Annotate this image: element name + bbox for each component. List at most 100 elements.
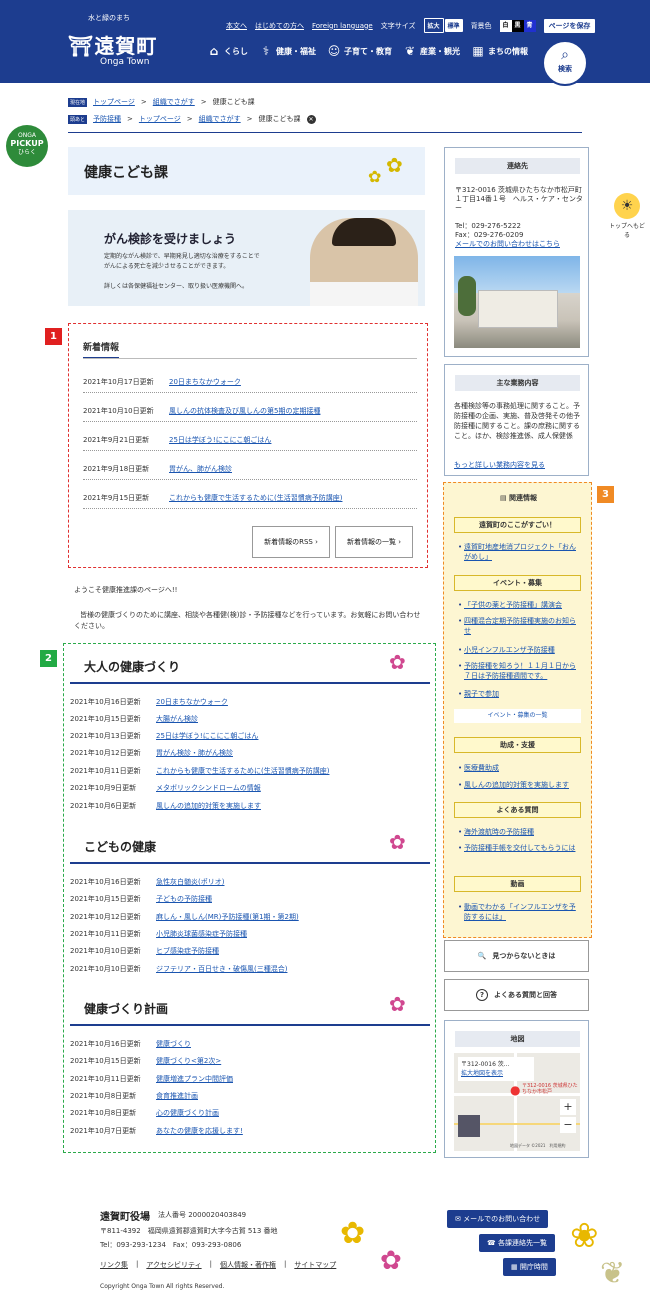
footer-link[interactable]: 個人情報・著作権 [220, 1260, 276, 1270]
news-date: 2021年10月10日更新 [83, 406, 154, 415]
item-link[interactable]: 食育推進計画 [156, 1091, 198, 1101]
item-link[interactable]: ヒブ感染症予防接種 [156, 946, 219, 956]
item-link[interactable]: 急性灰白髄炎(ポリオ) [156, 877, 224, 887]
history-breadcrumb: 頭あと 予防接種 > トップページ > 組織でさがす > 健康こども課 ✕ [68, 114, 316, 124]
item-link[interactable]: 風しんの追加的対策を実施します [156, 801, 261, 811]
font-normal-button[interactable]: 標準 [444, 19, 463, 32]
news-link[interactable]: 25日は学ぼう!にこにこ朝ごはん [169, 435, 271, 445]
events-list-button[interactable]: イベント・募集の一覧 [454, 709, 581, 723]
banner-text: がんによる死亡を減少させることができます。 [104, 263, 230, 270]
news-link[interactable]: 20日まちなかウォーク [169, 377, 241, 387]
close-icon[interactable]: ✕ [306, 114, 316, 124]
nav-living[interactable]: ⌂ くらし [207, 44, 248, 58]
bg-white-button[interactable]: 白 [499, 19, 512, 32]
pickup-main: PICKUP [10, 139, 44, 148]
item-link[interactable]: メタボリックシンドロームの情報 [156, 783, 261, 793]
flower-icon: ✿ [389, 830, 406, 854]
related-link[interactable]: 海外渡航時の予防接種 [458, 827, 578, 837]
item-link[interactable]: 胃がん検診・肺がん検診 [156, 748, 233, 758]
related-link[interactable]: 予防接種手帳を交付してもらうには [458, 843, 578, 853]
bg-black-button[interactable]: 黒 [511, 19, 524, 32]
nav-industry[interactable]: ❦ 産業・観光 [403, 44, 460, 58]
footer-mail-button[interactable]: ✉ メールでのお問い合わせ [447, 1210, 549, 1228]
breadcrumb-separator: > [246, 115, 253, 123]
map-copyright: 地図データ ©2021 利用規約 [510, 1143, 566, 1148]
news-link[interactable]: これからも健康で生活するために(生活習慣病予防講座) [169, 493, 342, 503]
map-enlarge-link[interactable]: 拡大地図を表示 [461, 1070, 503, 1077]
related-link[interactable]: 医療費助成 [458, 763, 578, 773]
foreign-language-link[interactable]: Foreign language [312, 22, 373, 30]
facility-photo [454, 256, 580, 348]
map-view[interactable]: 〒312-0016 茨... 拡大地図を表示 ● 〒312-0016 茨城県ひた… [454, 1053, 580, 1151]
nav-childcare[interactable]: ☺ 子育て・教育 [327, 44, 392, 58]
footer-link[interactable]: サイトマップ [294, 1260, 336, 1270]
back-to-top-button[interactable]: ☀ トップへもどる [609, 193, 645, 243]
news-link[interactable]: 胃がん、肺がん検診 [169, 464, 232, 474]
item-link[interactable]: 健康づくり<第2次> [156, 1056, 221, 1066]
cancer-screening-banner[interactable]: がん検診を受けましょう 定期的ながん検診で、早期発見し適切な治療をすることで が… [68, 210, 425, 306]
nav-health[interactable]: ⚕ 健康・福祉 [259, 44, 316, 58]
history-link[interactable]: トップページ [139, 114, 181, 124]
related-link[interactable]: 小児インフルエンザ予防接種 [458, 645, 578, 655]
footer-phone-list-button[interactable]: ☎ 各課連絡先一覧 [479, 1234, 555, 1252]
item-link[interactable]: 心の健康づくり計画 [156, 1108, 219, 1118]
history-link[interactable]: 組織でさがす [199, 114, 241, 124]
item-link[interactable]: 20日まちなかウォーク [156, 697, 228, 707]
footer-link[interactable]: アクセシビリティ [146, 1260, 201, 1270]
duties-more-link[interactable]: もっと詳しい業務内容を見る [454, 460, 545, 470]
flower-icon: ✿ [386, 153, 403, 177]
zoom-in-button[interactable]: + [560, 1099, 576, 1115]
related-link[interactable]: 予防接種を知ろう！１１月１日から７日は予防接種週間です。 [458, 661, 578, 681]
related-link[interactable]: 風しんの追加的対策を実施します [458, 780, 578, 790]
item-link[interactable]: 麻しん・風しん(MR)予防接種(第1期・第2期) [156, 912, 299, 922]
footer-copyright: Copyright Onga Town All rights Reserved. [100, 1283, 225, 1290]
skip-to-content-link[interactable]: 本文へ [226, 21, 247, 31]
news-list-button[interactable]: 新着情報の一覧 › [335, 526, 413, 558]
item-link[interactable]: 健康づくり [156, 1039, 191, 1049]
footer-link[interactable]: リンク集 [100, 1260, 128, 1270]
item-link[interactable]: あなたの健康を応援します! [156, 1126, 243, 1136]
breadcrumb-separator: > [200, 98, 207, 106]
pickup-top: ONGA [18, 132, 36, 139]
related-link[interactable]: 四種混合定期予防接種実施のお知らせ [458, 616, 578, 636]
pickup-button[interactable]: ONGA PICKUP ひらく [6, 125, 48, 167]
news-rss-button[interactable]: 新着情報のRSS › [252, 526, 330, 558]
not-found-button[interactable]: 🔍 見つからないときは [444, 940, 589, 972]
item-link[interactable]: 小児肺炎球菌感染症予防接種 [156, 929, 247, 939]
item-link[interactable]: 子どもの予防接種 [156, 894, 212, 904]
save-page-button[interactable]: ページを保存 [543, 18, 596, 33]
related-group-heading: 動画 [454, 876, 581, 892]
related-link[interactable]: 動画でわかる「インフルエンザを予防するには」 [458, 902, 578, 922]
related-link[interactable]: 遠賀町地産地消プロジェクト「おんがめし」 [458, 542, 578, 562]
annotation-badge-1: 1 [45, 328, 62, 345]
breadcrumb-link[interactable]: トップページ [93, 97, 135, 107]
house-icon: ⌂ [209, 44, 219, 58]
item-link[interactable]: 健康増進プラン中間評価 [156, 1074, 233, 1084]
satellite-toggle[interactable] [458, 1115, 480, 1137]
font-size-label: 文字サイズ [380, 21, 416, 30]
item-link[interactable]: これからも健康で生活するために(生活習慣病予防講座) [156, 766, 329, 776]
related-link[interactable]: 親子で参加 [458, 689, 578, 699]
button-label: 新着情報の一覧 [346, 538, 396, 546]
breadcrumb-link[interactable]: 組織でさがす [153, 97, 195, 107]
zoom-out-button[interactable]: − [560, 1117, 576, 1133]
flower-illustration-icon: ✿ [380, 1246, 402, 1276]
search-button[interactable]: ⌕ 検索 [542, 40, 588, 86]
site-logo[interactable]: ⛩遠賀町 [68, 30, 157, 59]
nav-town-info[interactable]: ▦ まちの情報 [471, 44, 528, 58]
item-link[interactable]: 大腸がん検診 [156, 714, 198, 724]
footer-hours-button[interactable]: ▦ 開庁時間 [503, 1258, 556, 1276]
item-link[interactable]: 25日は学ぼう!にこにこ朝ごはん [156, 731, 258, 741]
faq-button[interactable]: ? よくある質問と回答 [444, 979, 589, 1011]
list-item: 2021年10月15日更新 大腸がん検診 [70, 714, 198, 724]
related-link[interactable]: 「子供の薬と予防接種」講演会 [458, 600, 578, 610]
item-link[interactable]: ジフテリア・百日せき・破傷風(三種混合) [156, 964, 287, 974]
first-time-link[interactable]: はじめての方へ [255, 21, 304, 31]
list-item: 2021年10月11日更新 小児肺炎球菌感染症予防接種 [70, 929, 247, 939]
history-link[interactable]: 予防接種 [93, 114, 121, 124]
item-date: 2021年10月12日更新 [70, 749, 141, 757]
bg-blue-button[interactable]: 青 [523, 19, 536, 32]
news-link[interactable]: 風しんの抗体検査及び風しんの第5期の定期接種 [169, 406, 320, 416]
font-large-button[interactable]: 拡大 [423, 18, 444, 33]
contact-mail-link[interactable]: メールでのお問い合わせはこちら [455, 239, 560, 249]
